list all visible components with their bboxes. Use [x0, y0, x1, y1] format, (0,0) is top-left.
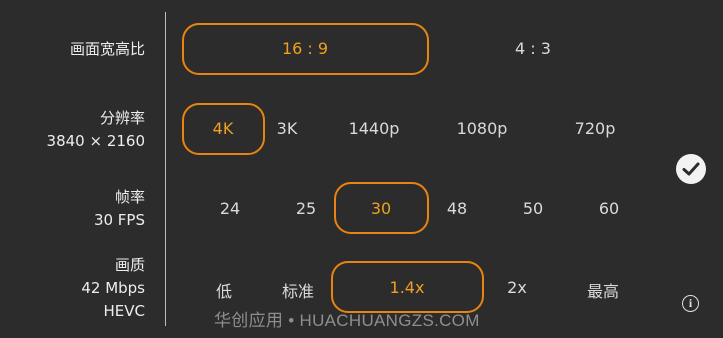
- framerate-option-25[interactable]: 25: [296, 199, 316, 218]
- quality-option-standard[interactable]: 标准: [282, 278, 314, 302]
- aspect-option-16-9[interactable]: 16 : 9: [282, 39, 328, 58]
- framerate-option-30[interactable]: 30: [371, 199, 391, 218]
- quality-option-2x[interactable]: 2x: [507, 278, 527, 297]
- framerate-option-60[interactable]: 60: [599, 199, 619, 218]
- framerate-label: 帧率 30 FPS: [94, 186, 145, 232]
- quality-bitrate: 42 Mbps: [81, 279, 145, 297]
- framerate-value: 30 FPS: [93, 211, 145, 229]
- resolution-option-720p[interactable]: 720p: [575, 119, 616, 138]
- quality-label: 画质 42 Mbps HEVC: [81, 254, 145, 323]
- quality-option-1-4x[interactable]: 1.4x: [390, 278, 425, 297]
- quality-codec: HEVC: [103, 302, 146, 320]
- framerate-title: 帧率: [114, 188, 145, 206]
- quality-option-low[interactable]: 低: [216, 278, 232, 302]
- framerate-option-48[interactable]: 48: [447, 199, 467, 218]
- resolution-option-1080p[interactable]: 1080p: [457, 119, 508, 138]
- info-icon[interactable]: i: [682, 295, 699, 312]
- aspect-ratio-label: 画面宽高比: [70, 38, 145, 61]
- framerate-option-50[interactable]: 50: [523, 199, 543, 218]
- column-divider: [165, 12, 166, 326]
- quality-option-highest[interactable]: 最高: [587, 278, 619, 302]
- resolution-option-4k[interactable]: 4K: [213, 119, 234, 138]
- quality-title: 画质: [114, 256, 145, 274]
- framerate-option-24[interactable]: 24: [220, 199, 240, 218]
- aspect-option-4-3[interactable]: 4 : 3: [515, 39, 551, 58]
- resolution-title: 分辨率: [99, 109, 145, 127]
- aspect-ratio-title: 画面宽高比: [69, 40, 145, 58]
- resolution-label: 分辨率 3840 × 2160: [47, 107, 145, 153]
- checkmark-circle-icon[interactable]: [676, 154, 706, 184]
- resolution-value: 3840 × 2160: [46, 132, 145, 150]
- checkmark-glyph: [682, 162, 700, 176]
- resolution-option-1440p[interactable]: 1440p: [349, 119, 400, 138]
- resolution-option-3k[interactable]: 3K: [277, 119, 298, 138]
- watermark-text: 华创应用 • HUACHUANGZS.COM: [214, 311, 480, 330]
